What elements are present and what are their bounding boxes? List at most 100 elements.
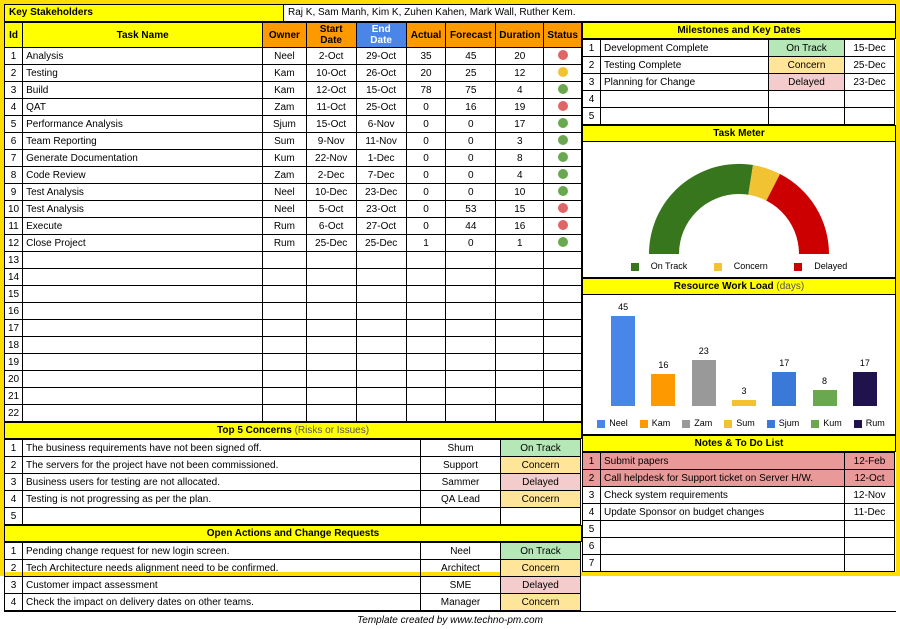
table-row[interactable]: 4Check the impact on delivery dates on o… (5, 594, 581, 611)
green-dot-icon (558, 118, 568, 128)
cell-status (544, 320, 582, 337)
cell-end: 27-Oct (356, 218, 406, 235)
cell-id: 4 (583, 504, 601, 521)
cell-text: Business users for testing are not alloc… (23, 474, 421, 491)
table-row[interactable]: 1The business requirements have not been… (5, 440, 581, 457)
task-table: Id Task Name Owner Start Date End Date A… (4, 22, 582, 422)
table-row[interactable]: 7Generate DocumentationKum22-Nov1-Dec008 (5, 150, 582, 167)
table-row[interactable]: 12Close ProjectRum25-Dec25-Dec101 (5, 235, 582, 252)
cell-duration: 15 (496, 201, 544, 218)
cell-name (23, 269, 263, 286)
cell-status: On Track (769, 40, 845, 57)
right-column: Milestones and Key Dates 1Development Co… (582, 22, 896, 611)
cell-end (356, 354, 406, 371)
cell-owner: Neel (263, 48, 306, 65)
table-row[interactable]: 2Tech Architecture needs alignment need … (5, 560, 581, 577)
table-row[interactable]: 16 (5, 303, 582, 320)
table-row[interactable]: 1Development CompleteOn Track15-Dec (583, 40, 895, 57)
table-row[interactable]: 6 (583, 538, 895, 555)
cell-owner: Rum (263, 218, 306, 235)
green-dot-icon (558, 169, 568, 179)
cell-text: Call helpdesk for Support ticket on Serv… (601, 470, 845, 487)
table-row[interactable]: 20 (5, 371, 582, 388)
table-row[interactable]: 2TestingKam10-Oct26-Oct202512 (5, 65, 582, 82)
table-row[interactable]: 2Call helpdesk for Support ticket on Ser… (583, 470, 895, 487)
table-row[interactable]: 7 (583, 555, 895, 572)
dashboard: Key Stakeholders Raj K, Sam Manh, Kim K,… (0, 0, 900, 576)
cell-forecast: 16 (446, 99, 496, 116)
legend-item: Rum (850, 418, 885, 428)
cell-forecast (446, 337, 496, 354)
bar-value: 17 (772, 358, 796, 368)
cell-duration: 1 (496, 235, 544, 252)
table-row[interactable]: 8Code ReviewZam2-Dec7-Dec004 (5, 167, 582, 184)
cell-date: 25-Dec (845, 57, 895, 74)
col-name: Task Name (23, 23, 263, 48)
table-row[interactable]: 5 (5, 508, 581, 525)
table-row[interactable]: 5 (583, 521, 895, 538)
cell-end: 7-Dec (356, 167, 406, 184)
table-row[interactable]: 3Customer impact assessmentSMEDelayed (5, 577, 581, 594)
table-row[interactable]: 1Pending change request for new login sc… (5, 543, 581, 560)
cell-forecast: 45 (446, 48, 496, 65)
table-row[interactable]: 4QATZam11-Oct25-Oct01619 (5, 99, 582, 116)
bar-kum: 8 (813, 390, 837, 406)
cell-end (356, 252, 406, 269)
table-row[interactable]: 1AnalysisNeel2-Oct29-Oct354520 (5, 48, 582, 65)
table-row[interactable]: 11ExecuteRum6-Oct27-Oct04416 (5, 218, 582, 235)
table-row[interactable]: 18 (5, 337, 582, 354)
cell-end (356, 269, 406, 286)
cell-actual: 1 (406, 235, 446, 252)
table-row[interactable]: 2Testing CompleteConcern25-Dec (583, 57, 895, 74)
cell-name (23, 405, 263, 422)
bar-value: 3 (732, 386, 756, 396)
col-actual: Actual (406, 23, 446, 48)
table-row[interactable]: 6Team ReportingSum9-Nov11-Nov003 (5, 133, 582, 150)
table-row[interactable]: 19 (5, 354, 582, 371)
table-row[interactable]: 9Test AnalysisNeel10-Dec23-Dec0010 (5, 184, 582, 201)
concerns-title: Top 5 Concerns (Risks or Issues) (4, 422, 582, 439)
cell-status (544, 235, 582, 252)
actions-table: 1Pending change request for new login sc… (4, 542, 581, 611)
table-row[interactable]: 4Testing is not progressing as per the p… (5, 491, 581, 508)
cell-actual: 0 (406, 133, 446, 150)
cell-text: Tech Architecture needs alignment need t… (23, 560, 421, 577)
table-row[interactable]: 21 (5, 388, 582, 405)
cell-id: 12 (5, 235, 23, 252)
table-row[interactable]: 5 (583, 108, 895, 125)
table-row[interactable]: 4Update Sponsor on budget changes11-Dec (583, 504, 895, 521)
table-row[interactable]: 10Test AnalysisNeel5-Oct23-Oct05315 (5, 201, 582, 218)
table-row[interactable]: 3Check system requirements12-Nov (583, 487, 895, 504)
cell-name (23, 252, 263, 269)
cell-end: 25-Dec (356, 235, 406, 252)
cell-text (601, 555, 845, 572)
cell-owner (263, 303, 306, 320)
cell-status (544, 116, 582, 133)
table-row[interactable]: 15 (5, 286, 582, 303)
left-column: Id Task Name Owner Start Date End Date A… (4, 22, 582, 611)
milestones-title: Milestones and Key Dates (582, 22, 896, 39)
cell-name: Testing (23, 65, 263, 82)
table-row[interactable]: 3Business users for testing are not allo… (5, 474, 581, 491)
cell-id: 3 (5, 577, 23, 594)
cell-status: On Track (501, 543, 581, 560)
cell-name (23, 371, 263, 388)
table-row[interactable]: 13 (5, 252, 582, 269)
table-row[interactable]: 3BuildKam12-Oct15-Oct78754 (5, 82, 582, 99)
table-row[interactable]: 14 (5, 269, 582, 286)
table-row[interactable]: 2The servers for the project have not be… (5, 457, 581, 474)
cell-duration: 4 (496, 82, 544, 99)
orange-dot-icon (558, 67, 568, 77)
table-row[interactable]: 4 (583, 91, 895, 108)
table-row[interactable]: 1Submit papers12-Feb (583, 453, 895, 470)
cell-owner (263, 405, 306, 422)
table-row[interactable]: 22 (5, 405, 582, 422)
task-meter-title: Task Meter (582, 125, 896, 142)
table-row[interactable]: 17 (5, 320, 582, 337)
cell-id: 2 (583, 470, 601, 487)
cell-text: Update Sponsor on budget changes (601, 504, 845, 521)
cell-status (544, 252, 582, 269)
table-row[interactable]: 3Planning for ChangeDelayed23-Dec (583, 74, 895, 91)
cell-date: 11-Dec (845, 504, 895, 521)
table-row[interactable]: 5Performance AnalysisSjum15-Oct6-Nov0017 (5, 116, 582, 133)
